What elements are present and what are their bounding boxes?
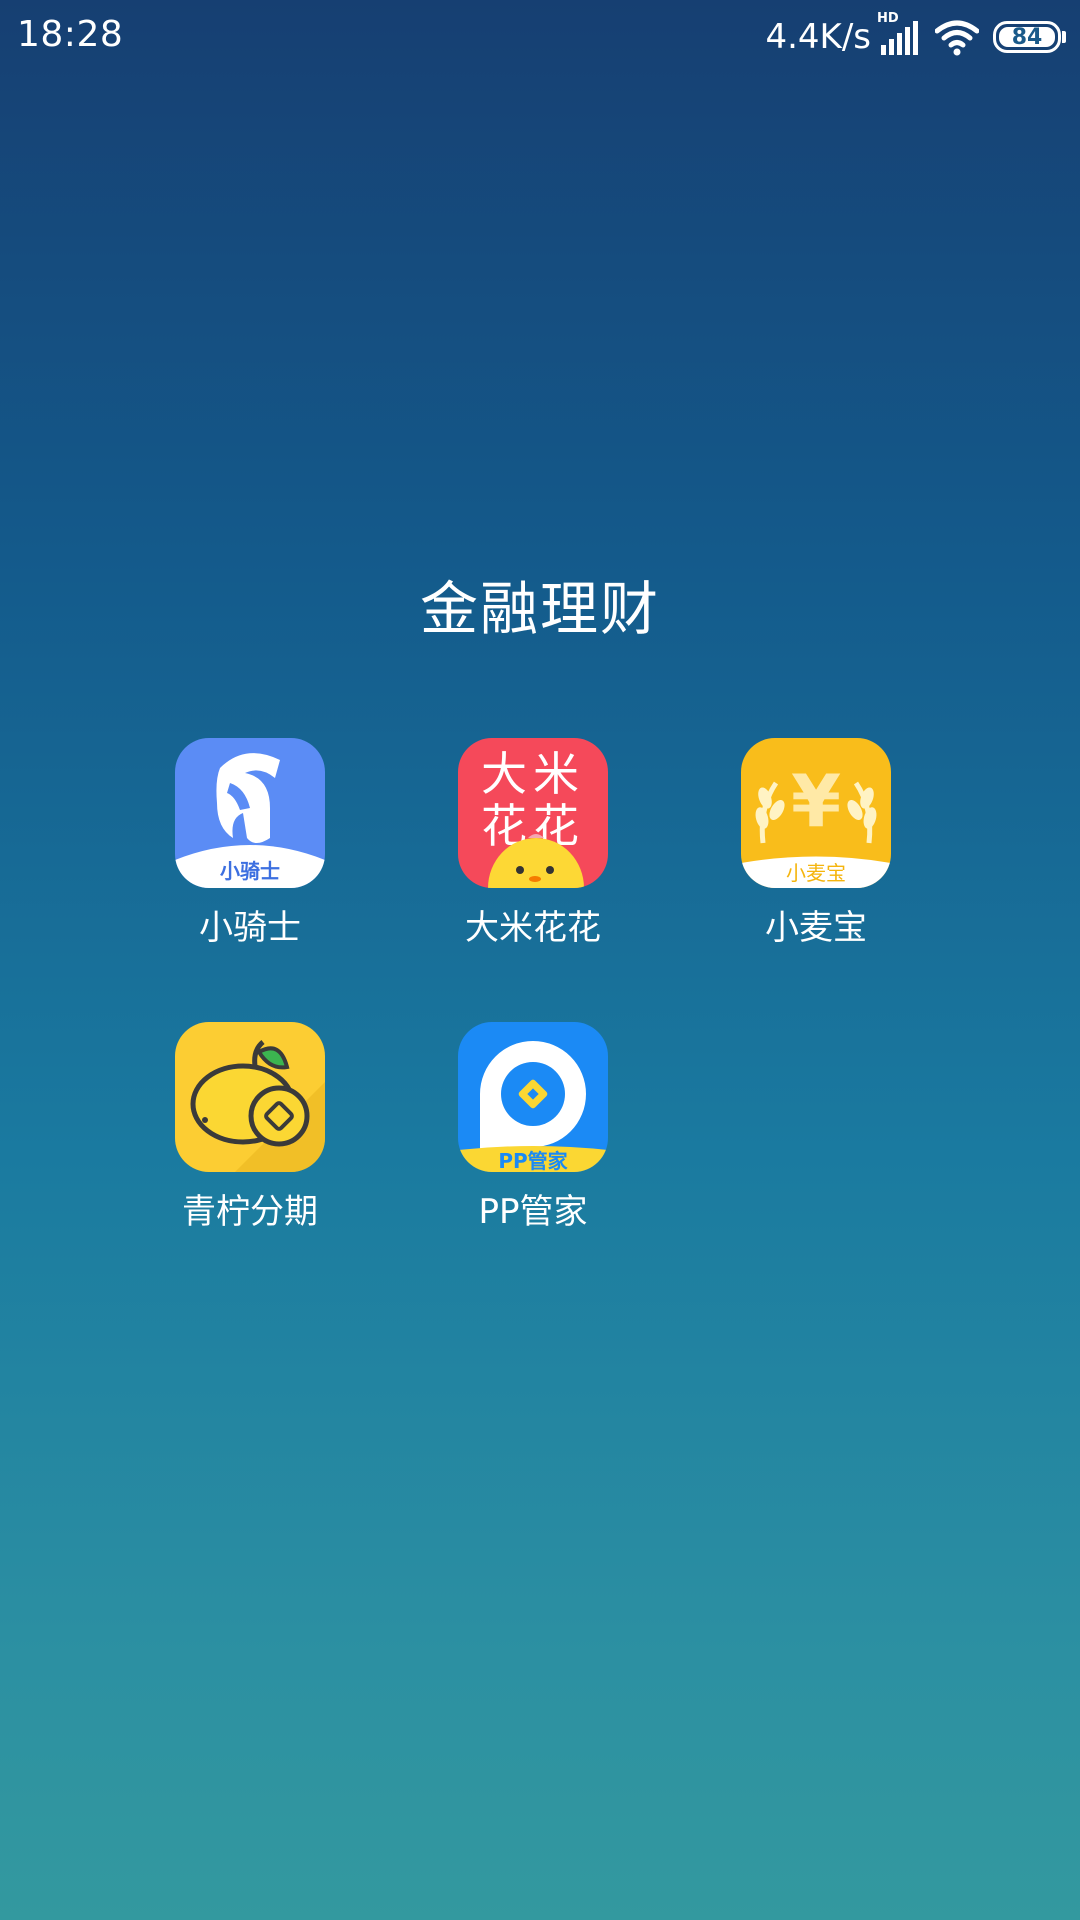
signal-icon: HD xyxy=(877,11,921,57)
app-qingningfenqi[interactable]: 青柠分期 xyxy=(130,1022,370,1233)
wheat-yuan-icon[interactable]: ¥ 小麦宝 xyxy=(741,738,891,888)
battery-icon: 84 xyxy=(993,21,1061,53)
app-xiaoqishi[interactable]: 小骑士 小骑士 xyxy=(130,738,370,949)
app-xiaomaibao[interactable]: ¥ 小麦宝 小麦宝 xyxy=(696,738,936,949)
app-label: 小骑士 xyxy=(199,908,301,948)
status-bar: 18:28 4.4K/s HD 84 xyxy=(0,0,1080,74)
app-damihuahua[interactable]: 大米花花 大米花花 xyxy=(413,738,653,949)
battery-nub xyxy=(1062,31,1066,43)
pp-coin-icon[interactable]: PP管家 xyxy=(458,1022,608,1172)
lemon-coin-icon[interactable] xyxy=(175,1022,325,1172)
chick-icon[interactable]: 大米花花 xyxy=(458,738,608,888)
status-icons: 4.4K/s HD 84 xyxy=(765,11,1066,60)
app-ppguanjia[interactable]: PP管家 PP管家 xyxy=(413,1022,653,1233)
knight-helmet-icon[interactable]: 小骑士 xyxy=(175,738,325,888)
knight-icon-text: 小骑士 xyxy=(220,859,280,883)
xiaomaibao-icon-text: 小麦宝 xyxy=(786,861,846,885)
battery-level: 84 xyxy=(1011,24,1043,50)
ppguanjia-icon-text: PP管家 xyxy=(498,1149,568,1172)
svg-text:¥: ¥ xyxy=(791,759,841,843)
wifi-icon xyxy=(934,17,980,57)
app-label: PP管家 xyxy=(478,1192,588,1232)
network-speed: 4.4K/s xyxy=(765,17,871,57)
app-label: 小麦宝 xyxy=(765,908,867,948)
app-label: 大米花花 xyxy=(465,908,601,948)
status-time: 18:28 xyxy=(17,14,124,55)
folder-title[interactable]: 金融理财 xyxy=(0,562,1080,646)
app-label: 青柠分期 xyxy=(182,1192,318,1232)
hd-badge: HD xyxy=(877,11,899,26)
